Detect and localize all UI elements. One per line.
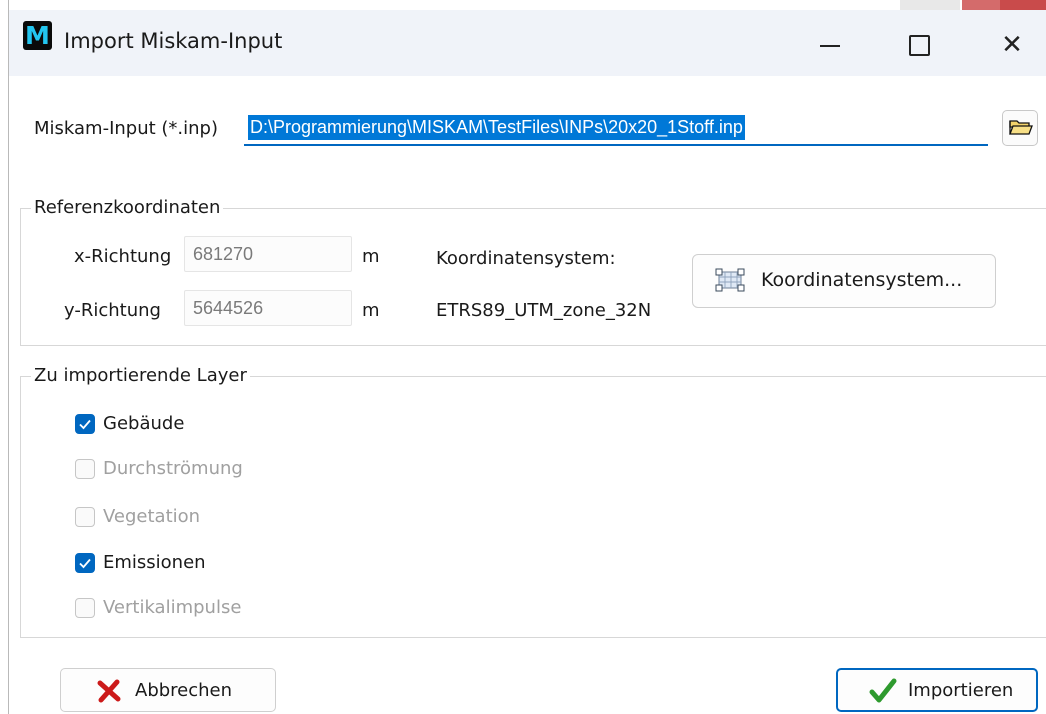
folder-open-icon [1009,120,1033,135]
input-file-value[interactable]: D:\Programmierung\MISKAM\TestFiles\INPs\… [248,115,745,140]
browse-button[interactable] [1002,110,1038,146]
reference-group-title: Referenzkoordinaten [31,197,224,218]
layer-checkbox-vegetation[interactable] [75,507,95,527]
coordinate-system-button[interactable]: Koordinatensystem... [692,254,996,308]
y-direction-input[interactable]: 5644526 [184,290,352,326]
layer-label-gebaeude[interactable]: Gebäude [103,413,184,434]
background-window-sliver [900,0,960,10]
minimize-icon [820,45,840,47]
coordinate-system-value: ETRS89_UTM_zone_32N [436,300,652,321]
checkmark-icon [79,558,91,569]
y-direction-label: y-Richtung [64,300,161,321]
layer-label-durchstroemung[interactable]: Durchströmung [103,458,243,479]
import-button[interactable]: Importieren [836,668,1038,712]
layer-label-emissionen[interactable]: Emissionen [103,552,206,573]
cancel-button[interactable]: Abbrechen [60,668,276,712]
cancel-x-icon [97,679,121,703]
layer-checkbox-vertikalimpulse[interactable] [75,598,95,618]
maximize-button[interactable] [890,10,950,76]
background-window-sliver-red [962,0,1000,10]
x-direction-label: x-Richtung [74,246,172,267]
x-unit-label: m [362,246,380,267]
layer-checkbox-gebaeude[interactable] [75,414,95,434]
layer-checkbox-emissionen[interactable] [75,553,95,573]
layers-group-title: Zu importierende Layer [31,365,250,386]
input-file-label: Miskam-Input (*.inp) [34,118,219,139]
coordinate-system-label: Koordinatensystem: [436,248,616,269]
y-unit-label: m [362,300,380,321]
window-title: Import Miskam-Input [64,29,283,53]
maximize-icon [909,35,930,56]
app-icon: M [23,21,52,50]
cancel-button-label: Abbrechen [135,680,233,701]
checkmark-import-icon [869,678,897,703]
close-button[interactable]: ✕ [982,10,1042,76]
x-direction-input[interactable]: 681270 [184,236,352,272]
import-dialog: M Import Miskam-Input ✕ Miskam-Input (*.… [0,0,1046,714]
window-border [8,0,9,714]
minimize-button[interactable] [800,10,860,76]
layer-checkbox-durchstroemung[interactable] [75,459,95,479]
close-icon: ✕ [1001,30,1023,60]
coordinate-grid-icon [715,268,745,292]
checkmark-icon [79,419,91,430]
background-window-sliver-dark [1000,0,1046,10]
layer-label-vertikalimpulse[interactable]: Vertikalimpulse [103,597,241,618]
import-button-label: Importieren [908,680,1014,701]
layer-label-vegetation[interactable]: Vegetation [103,506,200,527]
coordinate-system-button-label: Koordinatensystem... [761,269,963,291]
